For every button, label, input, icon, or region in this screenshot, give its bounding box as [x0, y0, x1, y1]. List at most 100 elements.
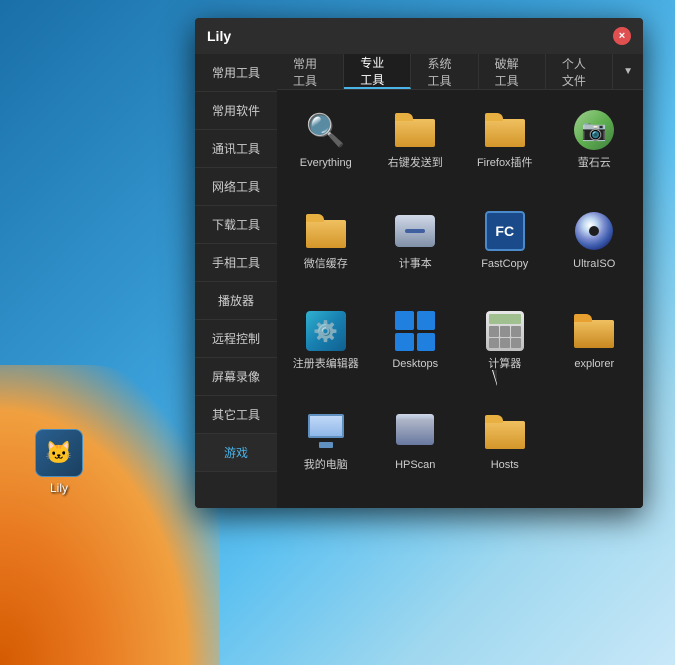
- icons-grid: 🔍 Everything 右键发送到: [277, 90, 643, 508]
- explorer-icon-img: [572, 309, 616, 353]
- notebook-icon-img: [393, 209, 437, 253]
- icon-yingshiyun[interactable]: 📷 萤石云: [550, 98, 640, 199]
- my-computer-label: 我的电脑: [304, 458, 348, 472]
- sidebar: 常用工具 常用软件 通讯工具 网络工具 下载工具 手相工具 播放器 远程控制 屏…: [195, 54, 277, 508]
- calc-screen: [489, 314, 521, 324]
- my-computer-icon-img: [304, 410, 348, 454]
- hpscan-icon-img: [393, 410, 437, 454]
- pc-icon: [306, 414, 346, 450]
- fc-icon: FC: [485, 211, 525, 251]
- main-window: Lily × 常用工具 常用软件 通讯工具 网络工具 下载工具 手相工具 播放器…: [195, 18, 643, 508]
- search-icon: 🔍: [306, 111, 346, 149]
- hosts-icon-img: [483, 410, 527, 454]
- sidebar-item-palmistry-tools[interactable]: 手相工具: [195, 244, 277, 282]
- firefox-plugin-label: Firefox插件: [477, 156, 533, 170]
- titlebar: Lily ×: [195, 18, 643, 54]
- tab-hack-tools[interactable]: 破解工具: [479, 54, 546, 89]
- icon-fastcopy[interactable]: FC FastCopy: [460, 199, 550, 300]
- lily-icon-label: Lily: [50, 481, 68, 495]
- notebook-label: 计事本: [399, 257, 432, 271]
- folder-icon-2: [485, 113, 525, 147]
- sidebar-item-comm-tools[interactable]: 通讯工具: [195, 130, 277, 168]
- tab-sys-tools[interactable]: 系统工具: [411, 54, 478, 89]
- calc-buttons: [489, 326, 521, 348]
- sidebar-item-screen-recording[interactable]: 屏幕录像: [195, 358, 277, 396]
- tab-dropdown-arrow[interactable]: ▼: [613, 66, 643, 77]
- desktops-sq2: [417, 311, 436, 330]
- calc-btn-5: [500, 338, 510, 349]
- window-body: 常用工具 常用软件 通讯工具 网络工具 下载工具 手相工具 播放器 远程控制 屏…: [195, 54, 643, 508]
- icon-notebook[interactable]: 计事本: [371, 199, 461, 300]
- explorer-folder-icon: [574, 314, 614, 348]
- folder-icon: [395, 113, 435, 147]
- folder-icon-3: [306, 214, 346, 248]
- icon-calculator[interactable]: 计算器: [460, 299, 550, 400]
- desktops-icon-img: [393, 309, 437, 353]
- close-button[interactable]: ×: [613, 27, 631, 45]
- stand: [319, 442, 333, 448]
- icon-everything[interactable]: 🔍 Everything: [281, 98, 371, 199]
- window-title: Lily: [207, 28, 613, 44]
- calc-icon: [486, 311, 524, 351]
- reg-icon: ⚙️: [306, 311, 346, 351]
- icon-desktops[interactable]: Desktops: [371, 299, 461, 400]
- hosts-label: Hosts: [491, 458, 519, 472]
- calc-btn-2: [500, 326, 510, 337]
- desktops-sq1: [395, 311, 414, 330]
- right-click-send-icon-img: [393, 108, 437, 152]
- disk-icon: [395, 215, 435, 247]
- yingshiyun-label: 萤石云: [578, 156, 611, 170]
- calculator-label: 计算器: [488, 357, 521, 371]
- scanner-body: [396, 419, 434, 445]
- wechat-cache-icon-img: [304, 209, 348, 253]
- calc-btn-4: [489, 338, 499, 349]
- reg-editor-label: 注册表编辑器: [293, 357, 359, 371]
- icon-hosts[interactable]: Hosts: [460, 400, 550, 501]
- desktops-sq4: [417, 333, 436, 352]
- fastcopy-label: FastCopy: [481, 257, 528, 271]
- hpscan-label: HPScan: [395, 458, 435, 472]
- hosts-folder-icon: [485, 415, 525, 449]
- sidebar-item-common-software[interactable]: 常用软件: [195, 92, 277, 130]
- lily-icon-box: 🐱: [35, 429, 83, 477]
- lily-icon-symbol: 🐱: [45, 440, 72, 466]
- tab-common-tools[interactable]: 常用工具: [277, 54, 344, 89]
- desktops-sq3: [395, 333, 414, 352]
- sidebar-item-remote-control[interactable]: 远程控制: [195, 320, 277, 358]
- reg-editor-icon-img: ⚙️: [304, 309, 348, 353]
- icon-ultraiso[interactable]: UltraISO: [550, 199, 640, 300]
- sidebar-item-common-tools[interactable]: 常用工具: [195, 54, 277, 92]
- calc-btn-6: [511, 338, 521, 349]
- wechat-cache-label: 微信缓存: [304, 257, 348, 271]
- icon-my-computer[interactable]: 我的电脑: [281, 400, 371, 501]
- icon-firefox-plugin[interactable]: Firefox插件: [460, 98, 550, 199]
- sidebar-item-player[interactable]: 播放器: [195, 282, 277, 320]
- everything-icon-img: 🔍: [304, 108, 348, 152]
- everything-label: Everything: [300, 156, 352, 170]
- icon-hpscan[interactable]: HPScan: [371, 400, 461, 501]
- tab-personal-files[interactable]: 个人文件: [546, 54, 613, 89]
- tabbar: 常用工具 专业工具 系统工具 破解工具 个人文件 ▼: [277, 54, 643, 90]
- icon-right-click-send[interactable]: 右键发送到: [371, 98, 461, 199]
- icon-explorer[interactable]: explorer: [550, 299, 640, 400]
- explorer-label: explorer: [574, 357, 614, 371]
- ultraiso-label: UltraISO: [573, 257, 615, 271]
- sidebar-item-games[interactable]: 游戏: [195, 434, 277, 472]
- sidebar-item-download-tools[interactable]: 下载工具: [195, 206, 277, 244]
- icon-wechat-cache[interactable]: 微信缓存: [281, 199, 371, 300]
- desktop-lily-icon[interactable]: 🐱 Lily: [35, 429, 83, 495]
- content-area: 常用工具 专业工具 系统工具 破解工具 个人文件 ▼ 🔍 Everything: [277, 54, 643, 508]
- calc-btn-1: [489, 326, 499, 337]
- calculator-icon-img: [483, 309, 527, 353]
- cam-icon: 📷: [574, 110, 614, 150]
- icon-reg-editor[interactable]: ⚙️ 注册表编辑器: [281, 299, 371, 400]
- yingshiyun-icon-img: 📷: [572, 108, 616, 152]
- sidebar-item-other-tools[interactable]: 其它工具: [195, 396, 277, 434]
- hpscan-scanner-icon: [395, 414, 435, 450]
- sidebar-item-network-tools[interactable]: 网络工具: [195, 168, 277, 206]
- calc-btn-3: [511, 326, 521, 337]
- desktops-icon: [395, 311, 435, 351]
- tab-pro-tools[interactable]: 专业工具: [344, 54, 411, 89]
- desktops-label: Desktops: [392, 357, 438, 371]
- cd-icon: [575, 212, 613, 250]
